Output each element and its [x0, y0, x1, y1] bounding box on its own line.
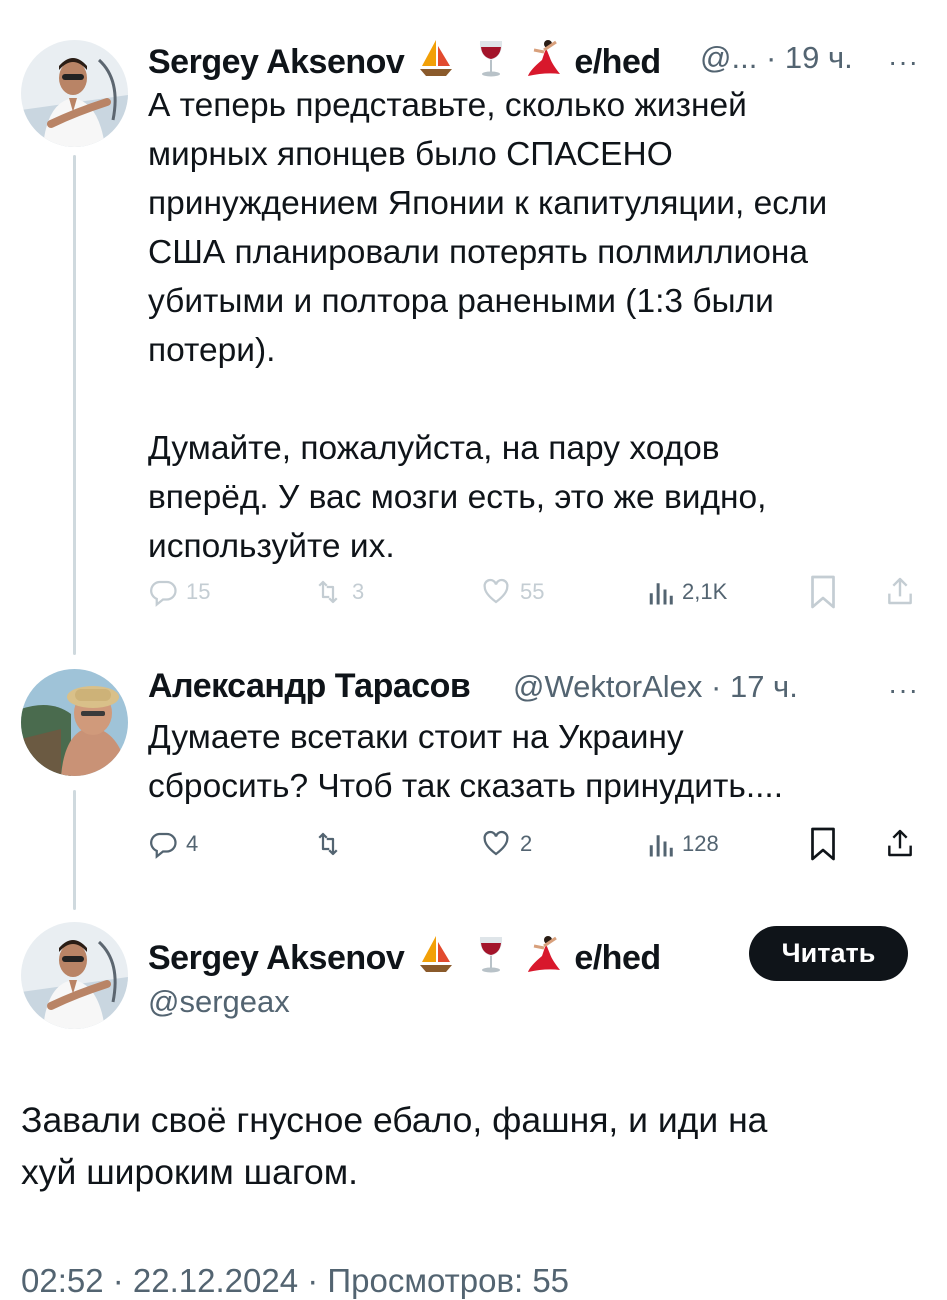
avatar[interactable]	[21, 669, 128, 776]
author-name-text[interactable]: Sergey Aksenov	[148, 939, 405, 978]
repost-button[interactable]: 3	[312, 577, 364, 607]
sailboat-icon	[418, 38, 454, 87]
reply-button[interactable]: 4	[148, 829, 198, 859]
tweet-time[interactable]: · 19 ч.	[766, 40, 853, 75]
author-name-text[interactable]: Александр Тарасов	[148, 667, 471, 706]
reply-button[interactable]: 15	[148, 577, 210, 607]
more-options-icon[interactable]: ···	[888, 46, 919, 78]
author-handle[interactable]: @sergeax	[148, 984, 290, 1020]
thread-line	[73, 155, 76, 655]
repost-icon	[318, 580, 338, 604]
views-icon	[649, 583, 673, 605]
share-button[interactable]	[884, 574, 924, 608]
repost-icon	[318, 832, 338, 856]
share-icon	[888, 829, 912, 857]
like-button[interactable]: 2	[480, 829, 532, 859]
reply-icon	[150, 580, 177, 607]
like-button[interactable]: 55	[480, 577, 544, 607]
tweet-time[interactable]: · 17 ч.	[711, 669, 798, 704]
views-button[interactable]: 128	[648, 829, 719, 859]
reply-icon	[150, 832, 177, 859]
bookmark-button[interactable]	[808, 826, 846, 862]
views-button[interactable]: 2,1K	[648, 577, 727, 607]
repost-button[interactable]	[312, 829, 352, 859]
like-icon	[483, 830, 509, 856]
views-count: 2,1K	[682, 579, 728, 604]
author-handle[interactable]: @...	[700, 40, 757, 75]
reply-count: 15	[186, 579, 211, 604]
avatar[interactable]	[21, 922, 128, 1029]
post-text: Завали своё гнусное ебало, фашня, и иди …	[21, 1100, 768, 1192]
views-count: 128	[682, 831, 719, 856]
share-icon	[888, 577, 912, 605]
wine-glass-icon	[476, 38, 506, 87]
dancer-icon	[526, 38, 564, 87]
share-button[interactable]	[884, 826, 924, 860]
more-options-icon[interactable]: ···	[888, 674, 919, 706]
tweet-text: Думаете всетаки стоит на Украину сбросит…	[148, 719, 784, 805]
like-count: 55	[520, 579, 545, 604]
tweet-meta: @... · 19 ч.	[700, 40, 853, 76]
like-count: 2	[520, 831, 533, 856]
author-name-suffix[interactable]: e/hed	[574, 43, 661, 82]
dancer-icon	[526, 934, 564, 983]
author-name-suffix[interactable]: e/hed	[574, 939, 661, 978]
bookmark-icon	[811, 827, 835, 861]
reply-count: 4	[186, 831, 199, 856]
sailboat-icon	[418, 934, 454, 983]
bookmark-icon	[811, 575, 835, 609]
post-footer: 02:52 · 22.12.2024 · Просмотров: 55	[21, 1262, 570, 1299]
repost-count: 3	[352, 579, 365, 604]
author-name[interactable]: Sergey Aksenov e/hed	[148, 38, 661, 87]
like-icon	[483, 578, 509, 604]
tweet-meta: @WektorAlex · 17 ч.	[513, 669, 798, 705]
bookmark-button[interactable]	[808, 574, 846, 610]
thread-line	[73, 790, 76, 910]
author-handle[interactable]: @WektorAlex	[513, 669, 702, 704]
author-name-text[interactable]: Sergey Aksenov	[148, 43, 405, 82]
wine-glass-icon	[476, 934, 506, 983]
avatar[interactable]	[21, 40, 128, 147]
author-name[interactable]: Sergey Aksenov e/hed	[148, 934, 661, 983]
author-name[interactable]: Александр Тарасов	[148, 667, 471, 706]
tweet-text: А теперь представьте, сколько жизней мир…	[148, 87, 828, 565]
follow-button[interactable]: Читать	[749, 926, 908, 981]
views-icon	[649, 835, 673, 857]
